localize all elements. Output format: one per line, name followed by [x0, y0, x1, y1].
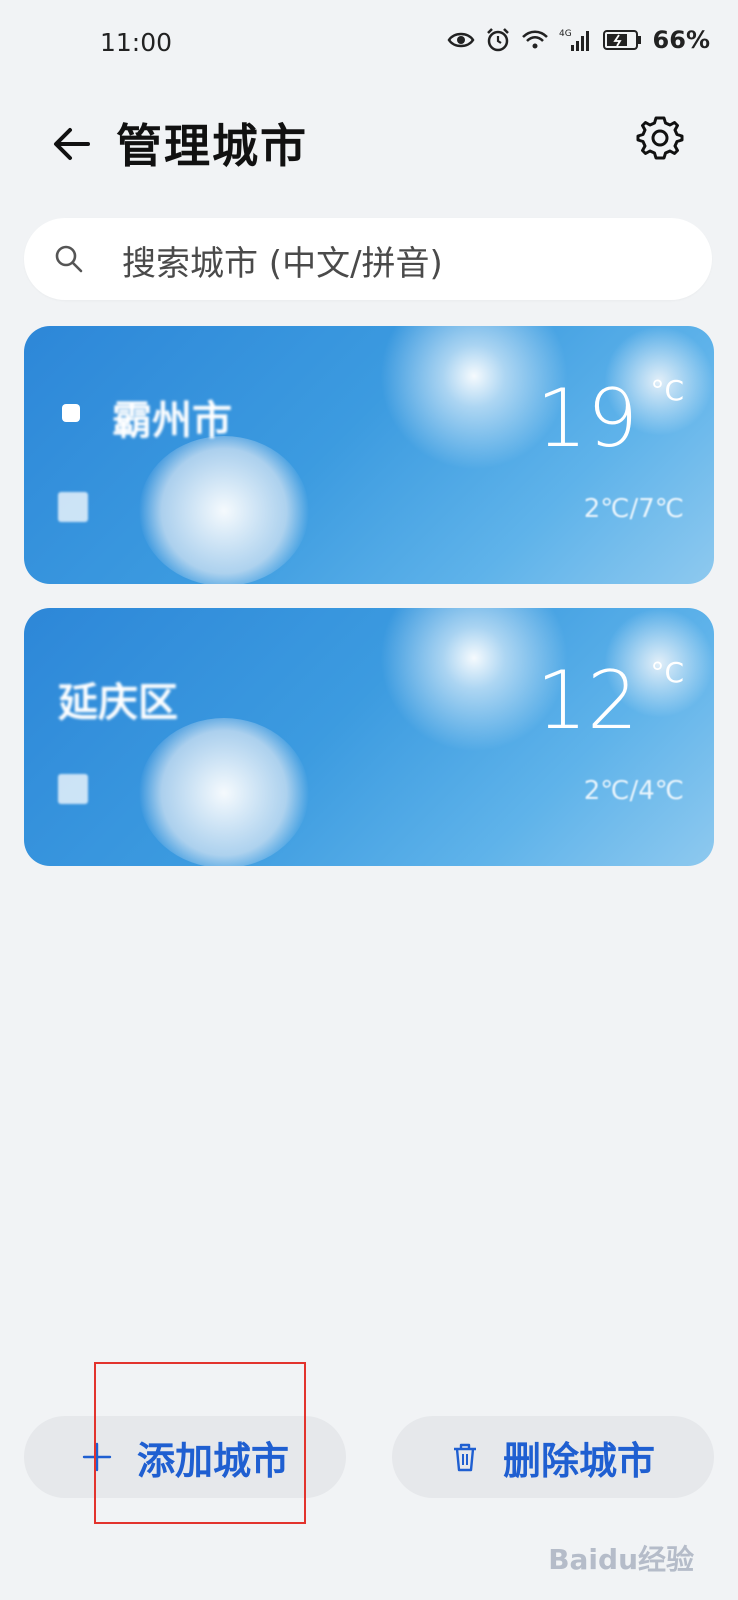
status-time: 11:00 — [100, 28, 173, 57]
location-icon — [62, 404, 80, 422]
settings-gear-icon — [636, 116, 684, 160]
back-button[interactable] — [46, 116, 102, 172]
city-name: 延庆区 — [58, 680, 178, 726]
weather-icon — [58, 492, 88, 522]
back-arrow-icon — [54, 128, 90, 160]
alarm-icon — [485, 27, 511, 53]
delete-city-label: 删除城市 — [502, 1438, 655, 1483]
city-card[interactable]: 霸州市 19 °C 2℃/7℃ — [24, 326, 714, 584]
city-temperature: 19 — [536, 372, 638, 465]
watermark: Baidu经验 — [548, 1543, 694, 1576]
eye-icon — [447, 30, 475, 50]
network-label: 4G — [559, 29, 572, 39]
battery-icon — [602, 29, 643, 51]
status-icons: 4G 66% — [447, 26, 710, 54]
temperature-range: 2℃/4℃ — [583, 776, 684, 806]
search-input[interactable]: 搜索城市 (中文/拼音) — [24, 218, 712, 300]
city-name: 霸州市 — [112, 398, 232, 444]
page-title: 管理城市 — [116, 119, 308, 173]
cloud-graphic — [139, 436, 309, 584]
temperature-unit: °C — [650, 374, 684, 407]
signal-icon: 4G — [559, 27, 593, 53]
top-bar: 管理城市 — [0, 100, 738, 180]
trash-icon — [453, 1443, 476, 1472]
battery-percent: 66% — [652, 26, 710, 54]
search-placeholder: 搜索城市 (中文/拼音) — [122, 244, 443, 284]
wifi-icon — [521, 29, 549, 51]
cloud-graphic — [139, 718, 309, 866]
highlight-annotation — [94, 1362, 306, 1524]
status-bar: 11:00 4G 66% — [0, 0, 738, 90]
temperature-unit: °C — [650, 656, 684, 689]
settings-button[interactable] — [634, 112, 686, 164]
city-card[interactable]: 延庆区 12 °C 2℃/4℃ — [24, 608, 714, 866]
search-icon — [55, 245, 83, 273]
temperature-range: 2℃/7℃ — [583, 494, 684, 524]
weather-icon — [58, 774, 88, 804]
city-temperature: 12 — [536, 654, 638, 747]
delete-city-button[interactable]: 删除城市 — [392, 1416, 714, 1498]
